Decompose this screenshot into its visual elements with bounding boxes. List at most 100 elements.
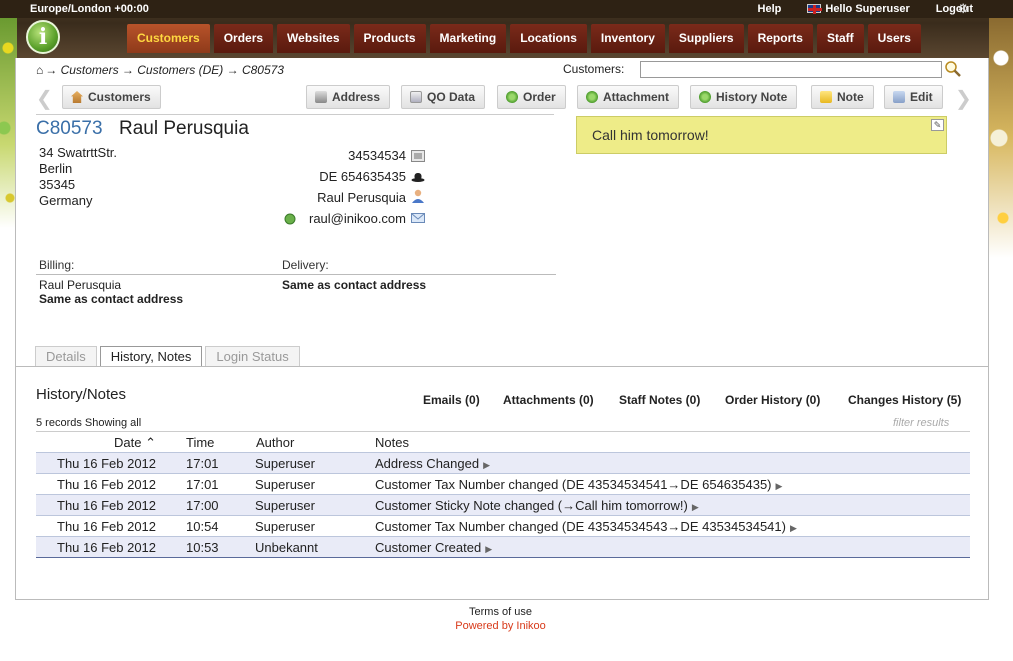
gear-icon[interactable]: ⚙ xyxy=(957,1,969,17)
section-title: History/Notes xyxy=(36,386,127,403)
qo-data-button[interactable]: QO Data xyxy=(401,85,486,109)
column-header-date[interactable]: Date ⌃ xyxy=(114,435,156,451)
sticky-note: Call him tomorrow! ✎ xyxy=(576,116,947,154)
billing-name: Raul Perusquia xyxy=(39,278,122,292)
billing-label: Billing: xyxy=(39,258,75,272)
add-icon xyxy=(586,91,598,103)
nav-tab-inventory[interactable]: Inventory xyxy=(590,24,665,53)
column-header-notes[interactable]: Notes xyxy=(375,435,409,450)
contact-tax-number: DE 654635435 xyxy=(319,169,406,184)
cell-notes-text: Customer Sticky Note changed (→Call him … xyxy=(375,498,688,513)
app-logo[interactable]: i xyxy=(26,20,60,54)
cell-date: Thu 16 Feb 2012 xyxy=(57,477,157,492)
order-button[interactable]: Order xyxy=(497,85,566,109)
customers-button[interactable]: Customers xyxy=(62,85,161,109)
previous-arrow-icon[interactable]: ❮ xyxy=(36,86,53,111)
status-dot-icon xyxy=(284,213,296,225)
address-button[interactable]: Address xyxy=(306,85,391,109)
cell-time: 10:54 xyxy=(186,519,219,534)
customer-name: Raul Perusquia xyxy=(119,118,249,139)
expand-triangle-icon[interactable]: ▶ xyxy=(790,523,797,533)
filter-results-input[interactable]: filter results xyxy=(893,417,949,429)
search-icon[interactable] xyxy=(944,60,962,78)
cell-date: Thu 16 Feb 2012 xyxy=(57,456,157,471)
cell-notes-text: Customer Tax Number changed (DE 43534534… xyxy=(375,477,772,492)
filter-order-history[interactable]: Order History (0) xyxy=(725,393,820,407)
nav-tab-users[interactable]: Users xyxy=(867,24,921,53)
filter-emails[interactable]: Emails (0) xyxy=(423,393,480,407)
expand-triangle-icon[interactable]: ▶ xyxy=(485,544,492,554)
divider xyxy=(36,431,970,432)
contact-phone: 34534534 xyxy=(348,148,406,163)
expand-triangle-icon[interactable]: ▶ xyxy=(692,502,699,512)
printer-icon xyxy=(315,91,327,103)
hat-icon xyxy=(411,173,425,182)
nav-tab-marketing[interactable]: Marketing xyxy=(429,24,507,53)
attachment-button-label: Attachment xyxy=(603,90,670,104)
note-button[interactable]: Note xyxy=(811,85,874,109)
filter-attachments[interactable]: Attachments (0) xyxy=(503,393,594,407)
edit-icon xyxy=(893,91,905,103)
nav-tab-staff[interactable]: Staff xyxy=(816,24,864,53)
nav-tab-locations[interactable]: Locations xyxy=(510,24,587,53)
help-link[interactable]: Help xyxy=(758,3,782,15)
contact-person: Raul Perusquia xyxy=(317,190,406,205)
billing-address: Raul Perusquia Same as contact address xyxy=(39,278,183,306)
envelope-icon[interactable] xyxy=(411,212,425,224)
cell-notes: Customer Tax Number changed (DE 43534534… xyxy=(375,519,797,534)
home-icon[interactable]: ⌂ xyxy=(36,63,43,77)
attachment-button[interactable]: Attachment xyxy=(577,85,680,109)
table-row[interactable]: Thu 16 Feb 2012 10:54 Superuser Customer… xyxy=(36,515,970,536)
nav-tab-orders[interactable]: Orders xyxy=(213,24,274,53)
cell-author: Superuser xyxy=(255,519,315,534)
expand-triangle-icon[interactable]: ▶ xyxy=(483,460,490,470)
nav-tab-websites[interactable]: Websites xyxy=(277,24,350,53)
cell-author: Unbekannt xyxy=(255,540,318,555)
breadcrumb: ⌂ → Customers → Customers (DE) → C80573 xyxy=(36,63,284,77)
cell-notes-text: Customer Created xyxy=(375,540,482,555)
terms-of-use-link[interactable]: Terms of use xyxy=(0,606,1001,618)
tab-login-status[interactable]: Login Status xyxy=(205,346,300,366)
address-line: 34 SwatrttStr. xyxy=(39,145,118,160)
customer-id[interactable]: C80573 xyxy=(36,118,103,140)
powered-by-link[interactable]: Powered by Inikoo xyxy=(0,620,1001,632)
address-button-label: Address xyxy=(332,90,381,104)
telephone-icon xyxy=(411,150,425,162)
breadcrumb-path[interactable]: → Customers → Customers (DE) → C80573 xyxy=(45,63,284,77)
table-row[interactable]: Thu 16 Feb 2012 10:53 Unbekannt Customer… xyxy=(36,536,970,557)
edit-button[interactable]: Edit xyxy=(884,85,943,109)
cell-time: 10:53 xyxy=(186,540,219,555)
cell-date: Thu 16 Feb 2012 xyxy=(57,519,157,534)
next-arrow-icon[interactable]: ❯ xyxy=(955,86,972,111)
tab-details[interactable]: Details xyxy=(35,346,97,366)
contact-email[interactable]: raul@inikoo.com xyxy=(309,211,406,226)
table-row[interactable]: Thu 16 Feb 2012 17:01 Superuser Address … xyxy=(36,452,970,473)
nav-tab-reports[interactable]: Reports xyxy=(747,24,813,53)
order-button-label: Order xyxy=(523,90,556,104)
customer-search-input[interactable] xyxy=(640,61,942,78)
table-row[interactable]: Thu 16 Feb 2012 17:01 Superuser Customer… xyxy=(36,473,970,494)
cell-time: 17:00 xyxy=(186,498,219,513)
user-greeting[interactable]: Hello Superuser xyxy=(807,3,910,15)
contact-address: 34 SwatrttStr. Berlin 35345 Germany xyxy=(39,145,117,209)
column-header-author[interactable]: Author xyxy=(256,435,294,450)
cell-notes-text: Address Changed xyxy=(375,456,480,471)
detail-tabs: Details History, Notes Login Status xyxy=(35,346,303,367)
history-note-button[interactable]: History Note xyxy=(690,85,798,109)
uk-flag-icon xyxy=(807,4,823,14)
nav-tab-customers[interactable]: Customers xyxy=(127,24,210,53)
pencil-icon[interactable]: ✎ xyxy=(931,119,944,131)
filter-changes-history[interactable]: Changes History (5) xyxy=(848,393,961,407)
cell-notes: Customer Created ▶ xyxy=(375,540,492,555)
nav-tab-products[interactable]: Products xyxy=(353,24,426,53)
timezone-label: Europe/London +00:00 xyxy=(30,3,149,15)
nav-tab-suppliers[interactable]: Suppliers xyxy=(668,24,744,53)
expand-triangle-icon[interactable]: ▶ xyxy=(776,481,783,491)
table-row[interactable]: Thu 16 Feb 2012 17:00 Superuser Customer… xyxy=(36,494,970,515)
filter-staff-notes[interactable]: Staff Notes (0) xyxy=(619,393,700,407)
history-note-button-label: History Note xyxy=(716,90,788,104)
cell-notes: Customer Tax Number changed (DE 43534534… xyxy=(375,477,782,492)
main-nav: Customers Orders Websites Products Marke… xyxy=(127,24,921,53)
tab-history-notes[interactable]: History, Notes xyxy=(99,346,203,367)
column-header-time[interactable]: Time xyxy=(186,435,214,450)
